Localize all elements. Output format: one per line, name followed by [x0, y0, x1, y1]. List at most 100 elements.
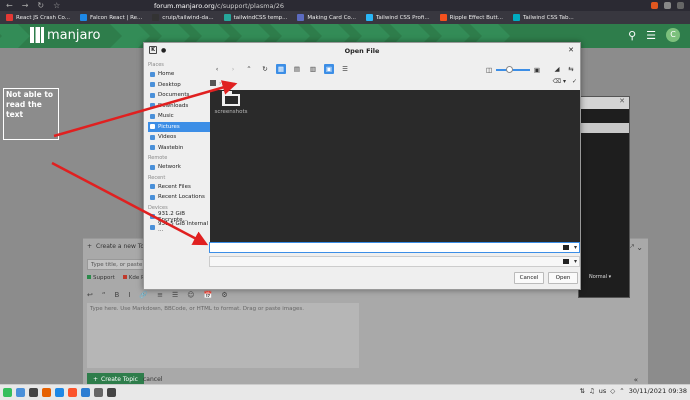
editor-tool-icon[interactable]: B	[115, 291, 120, 299]
path-bar[interactable]: › ⌫ ▾ ✓	[210, 78, 580, 88]
editor-tool-icon[interactable]: 🔗	[139, 291, 148, 299]
back-icon[interactable]: ←	[6, 1, 13, 10]
tree-view-icon[interactable]: ▥	[308, 64, 318, 74]
open-button[interactable]: Open	[548, 272, 578, 284]
editor-tool-icon[interactable]: ≡	[157, 291, 163, 299]
tray-expand-icon[interactable]: ⌃	[619, 387, 624, 395]
split-icon[interactable]: ⇆	[566, 64, 576, 74]
clear-icon[interactable]: ⌫ ▾	[553, 78, 566, 85]
terminal-icon[interactable]	[29, 388, 38, 397]
reload-icon[interactable]: ↻	[260, 64, 270, 74]
search-icon[interactable]: ⚲	[628, 29, 636, 42]
manjaro-logo-icon	[30, 27, 44, 43]
editor-tool-icon[interactable]: ⚙	[221, 291, 227, 299]
network-icon[interactable]: ⇅	[579, 387, 584, 395]
bookmark-item[interactable]: React JS Crash Co...	[3, 14, 73, 21]
office-icon[interactable]	[55, 388, 64, 397]
places-item-home[interactable]: Home	[148, 69, 211, 80]
settings-icon[interactable]	[94, 388, 103, 397]
browser-icon[interactable]	[42, 388, 51, 397]
close-icon[interactable]: ✕	[568, 46, 574, 54]
forward-icon[interactable]: ›	[228, 64, 238, 74]
detail-view-icon[interactable]: ▤	[292, 64, 302, 74]
folder-icon	[150, 92, 155, 98]
cancel-button[interactable]: Cancel	[514, 272, 544, 284]
bookmarks-icon[interactable]: ◢	[552, 64, 562, 74]
places-item-recent-locations[interactable]: Recent Locations	[148, 192, 211, 203]
app-launcher-icon[interactable]	[3, 388, 12, 397]
brave-icon[interactable]	[68, 388, 77, 397]
chevron-down-icon[interactable]: ▾	[574, 244, 577, 251]
screen: ← → ↻ ☆ forum.manjaro.org/c/support/plas…	[0, 0, 690, 400]
topic-body-editor[interactable]: Type here. Use Markdown, BBCode, or HTML…	[87, 303, 359, 368]
browser-nav: ← → ↻ ☆	[0, 1, 150, 10]
plus-icon: +	[87, 243, 93, 250]
parent-folder-icon[interactable]: ⌃	[244, 64, 254, 74]
confirm-icon[interactable]: ✓	[572, 78, 577, 85]
screenshot-icon[interactable]	[107, 388, 116, 397]
category-support[interactable]: Support	[87, 275, 115, 281]
editor-icon[interactable]	[81, 388, 90, 397]
places-item-desktop[interactable]: Desktop	[148, 80, 211, 91]
hamburger-icon[interactable]: ☰	[646, 29, 656, 42]
zoom-slider[interactable]	[496, 66, 530, 73]
places-item-wastebin[interactable]: Wastebin	[148, 143, 211, 154]
bookmark-item[interactable]: Tailwind CSS Profi...	[363, 14, 433, 21]
places-item-931-5-gib-internal[interactable]: 931.5 GiB Internal ...	[148, 221, 211, 233]
places-item-network[interactable]: Network	[148, 162, 211, 173]
folder-item[interactable]: screenshots	[214, 91, 248, 115]
bookmark-item[interactable]: cruip/tailwind-da...	[149, 14, 216, 21]
brave-shield-icon[interactable]	[651, 2, 658, 9]
clear-icon[interactable]	[563, 245, 569, 250]
volume-icon[interactable]: ♫	[589, 387, 595, 395]
site-logo[interactable]: manjaro	[30, 27, 100, 43]
places-item-downloads[interactable]: Downloads	[148, 101, 211, 112]
favicon-icon	[6, 14, 13, 21]
file-manager-icon[interactable]	[16, 388, 25, 397]
options-icon[interactable]: ☰	[340, 64, 350, 74]
clear-icon[interactable]	[563, 259, 569, 264]
places-item-videos[interactable]: Videos	[148, 132, 211, 143]
extension-icon[interactable]	[664, 2, 671, 9]
style-dropdown[interactable]: Normal ▾	[589, 274, 611, 280]
places-item-recent-files[interactable]: Recent Files	[148, 182, 211, 193]
file-view[interactable]: screenshots	[210, 90, 580, 242]
editor-tool-icon[interactable]: 📅	[204, 291, 213, 299]
address-bar[interactable]: forum.manjaro.org/c/support/plasma/26	[150, 2, 651, 10]
chevron-down-icon[interactable]: ⌄	[636, 243, 643, 252]
category-tags: Support Kde Pl...	[87, 275, 151, 281]
cancel-link[interactable]: cancel	[143, 376, 162, 383]
pin-icon[interactable]: ●	[161, 47, 166, 54]
bookmark-icon[interactable]: ☆	[53, 1, 60, 10]
clock[interactable]: 30/11/2021 09:38	[629, 387, 687, 395]
editor-tool-icon[interactable]: “	[102, 291, 106, 299]
editor-tool-icon[interactable]: ☰	[172, 291, 178, 299]
editor-tool-icon[interactable]: ↩	[87, 291, 93, 299]
preview-icon[interactable]: ▣	[324, 64, 334, 74]
back-icon[interactable]: ‹	[212, 64, 222, 74]
places-item-music[interactable]: Music	[148, 111, 211, 122]
wifi-icon[interactable]: ◇	[610, 387, 615, 395]
editor-tool-icon[interactable]: ☺	[187, 291, 194, 299]
editor-tool-icon[interactable]: I	[128, 291, 130, 299]
bookmark-item[interactable]: Ripple Effect Butt...	[437, 14, 506, 21]
zoom-fit-icon[interactable]: ▣	[532, 65, 542, 75]
bookmark-item[interactable]: Tailwind CSS Tab...	[510, 14, 577, 21]
forward-icon[interactable]: →	[22, 1, 29, 10]
bookmark-item[interactable]: Falcon React | Re...	[77, 14, 145, 21]
window-close-icon[interactable]: ✕	[579, 97, 629, 109]
chevron-down-icon[interactable]: ▾	[574, 258, 577, 265]
bookmark-item[interactable]: tailwindCSS temp...	[221, 14, 291, 21]
folder-icon	[150, 164, 155, 170]
filename-input[interactable]: ▾	[209, 242, 580, 253]
places-item-documents[interactable]: Documents	[148, 90, 211, 101]
avatar[interactable]: C	[666, 28, 680, 42]
reload-icon[interactable]: ↻	[37, 1, 44, 10]
icons-view-icon[interactable]: ▦	[276, 64, 286, 74]
filter-select[interactable]: ▾	[209, 256, 580, 267]
places-item-pictures[interactable]: Pictures	[148, 121, 211, 132]
menu-icon[interactable]	[677, 2, 684, 9]
keyboard-layout[interactable]: us	[599, 387, 607, 395]
bookmark-item[interactable]: Making Card Co...	[294, 14, 359, 21]
collapse-icon[interactable]: «	[634, 376, 638, 384]
